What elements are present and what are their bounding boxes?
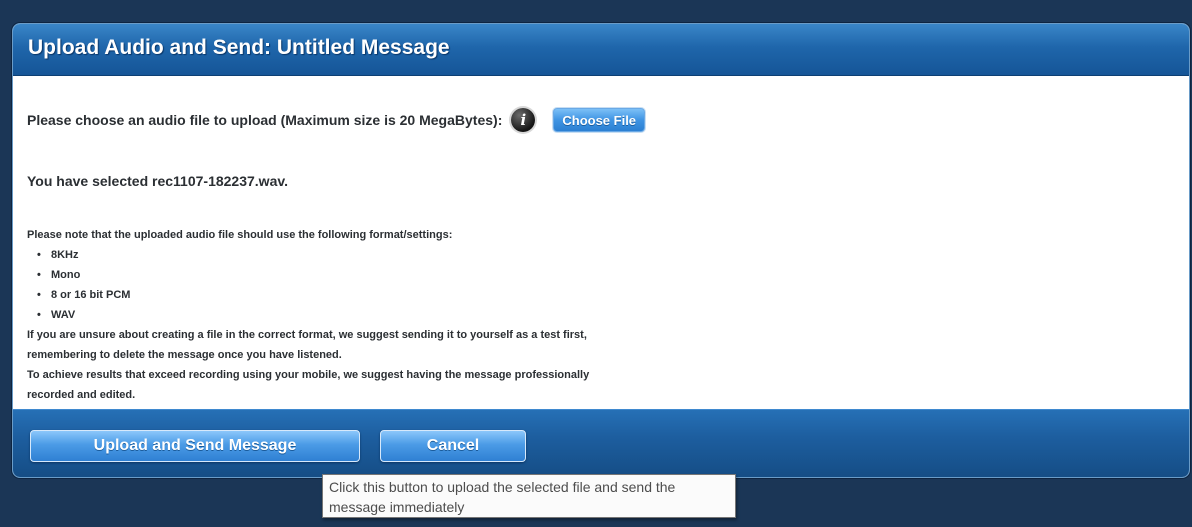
format-list-item: • Mono xyxy=(37,265,787,285)
upload-and-send-button[interactable]: Upload and Send Message xyxy=(30,430,360,462)
choose-file-button[interactable]: Choose File xyxy=(553,108,646,132)
upload-prompt: Please choose an audio file to upload (M… xyxy=(27,112,503,128)
info-icon[interactable]: i xyxy=(511,108,536,132)
bullet-icon: • xyxy=(37,249,41,261)
choose-file-row: Please choose an audio file to upload (M… xyxy=(27,106,646,134)
format-list-item: • 8 or 16 bit PCM xyxy=(37,285,787,305)
cancel-button[interactable]: Cancel xyxy=(380,430,526,462)
tooltip-line-1: Click this button to upload the selected… xyxy=(329,479,676,495)
notes-unsure-line-1: If you are unsure about creating a file … xyxy=(27,329,587,341)
dialog-title: Upload Audio and Send: Untitled Message xyxy=(28,36,450,59)
dialog-body: Please choose an audio file to upload (M… xyxy=(13,76,1189,409)
tooltip-line-2: message immediately xyxy=(329,499,465,515)
bullet-icon: • xyxy=(37,309,41,321)
dialog-footer: Upload and Send Message Cancel xyxy=(13,409,1189,477)
selected-file-text: You have selected rec1107-182237.wav. xyxy=(27,173,288,189)
notes-unsure-line-2: remembering to delete the message once y… xyxy=(27,349,342,361)
notes-achieve-line-1: To achieve results that exceed recording… xyxy=(27,369,590,381)
format-list-item: • 8KHz xyxy=(37,245,787,265)
format-notes: Please note that the uploaded audio file… xyxy=(27,225,787,405)
upload-button-tooltip: Click this button to upload the selected… xyxy=(322,474,736,518)
bullet-icon: • xyxy=(37,269,41,281)
upload-audio-dialog: Upload Audio and Send: Untitled Message … xyxy=(12,23,1190,478)
format-list: • 8KHz • Mono • 8 or 16 bit PCM • WAV xyxy=(27,245,787,325)
format-list-item: • WAV xyxy=(37,305,787,325)
bullet-icon: • xyxy=(37,289,41,301)
dialog-header: Upload Audio and Send: Untitled Message xyxy=(13,24,1189,76)
notes-achieve-line-2: recorded and edited. xyxy=(27,389,136,401)
notes-intro: Please note that the uploaded audio file… xyxy=(27,229,453,241)
